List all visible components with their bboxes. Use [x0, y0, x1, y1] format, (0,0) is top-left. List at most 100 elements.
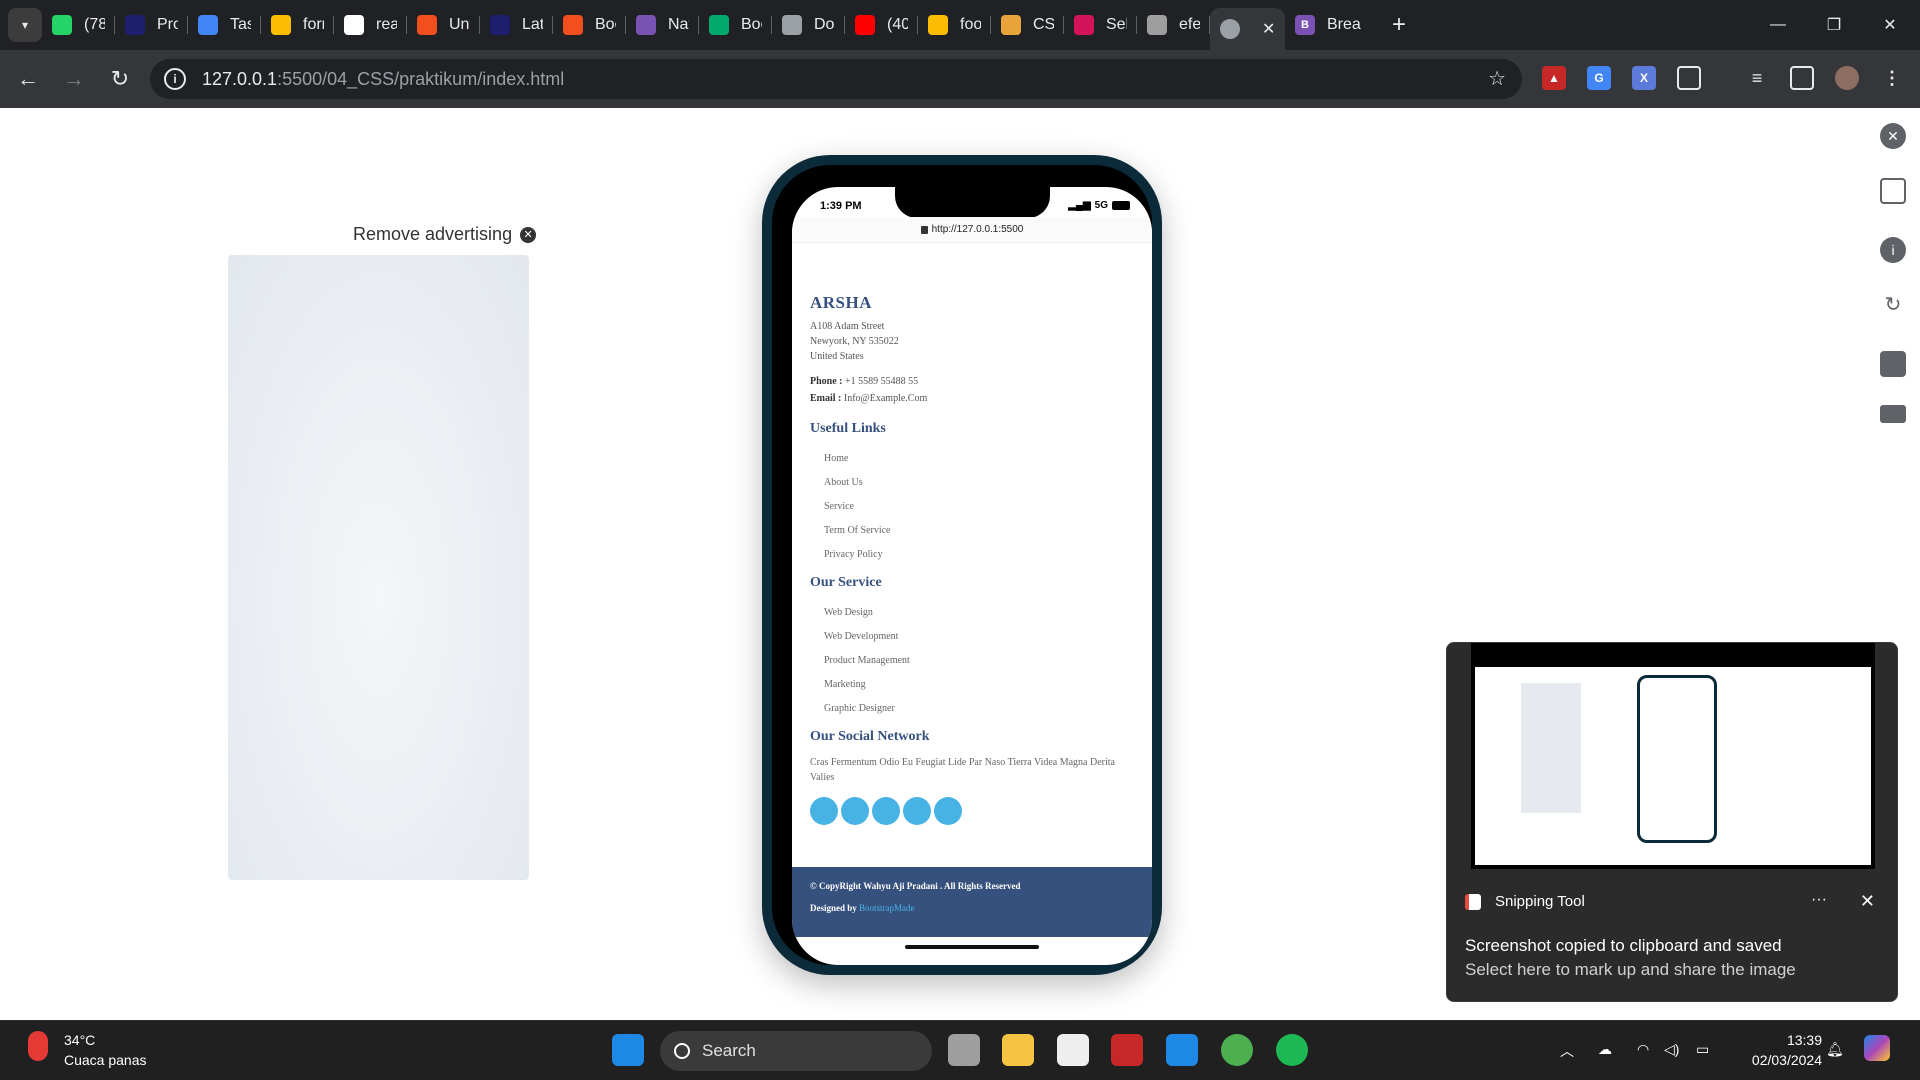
drive-icon [271, 15, 291, 35]
close-notification-icon[interactable]: ✕ [1860, 891, 1875, 912]
media-control-icon[interactable]: ≡ [1745, 66, 1769, 90]
email-label: Email : [810, 393, 842, 404]
service-link[interactable]: Graphic Designer [810, 697, 1134, 721]
tab[interactable]: Latih [480, 0, 553, 50]
tab-label: Unti [449, 16, 470, 33]
tab[interactable]: CSS [991, 0, 1064, 50]
tab[interactable]: Navs [626, 0, 699, 50]
weather-temp[interactable]: 34°C [64, 1032, 95, 1048]
site-icon [490, 15, 510, 35]
wifi-icon[interactable]: ◠ [1637, 1041, 1649, 1058]
file-explorer-icon[interactable] [1002, 1034, 1034, 1066]
side-panel-icon[interactable] [1790, 66, 1814, 90]
tab[interactable]: Profi [115, 0, 188, 50]
chrome-icon[interactable] [1221, 1034, 1253, 1066]
useful-link[interactable]: About Us [810, 471, 1134, 495]
mcafee-icon[interactable] [1111, 1034, 1143, 1066]
service-link[interactable]: Marketing [810, 673, 1134, 697]
site-footer-bar: © CopyRight Wahyu Aji Pradani . All Righ… [792, 867, 1152, 937]
windows-start-icon[interactable] [612, 1034, 644, 1066]
tab[interactable]: Boot [699, 0, 772, 50]
tab[interactable]: Task [188, 0, 261, 50]
profile-icon [1147, 15, 1167, 35]
social-icon[interactable] [903, 797, 931, 825]
weather-desc[interactable]: Cuaca panas [64, 1052, 147, 1068]
new-tab-button[interactable]: + [1385, 11, 1413, 39]
battery-icon[interactable]: ▭ [1696, 1041, 1709, 1058]
tab[interactable]: Boot [553, 0, 626, 50]
notification-title: Screenshot copied to clipboard and saved [1465, 936, 1782, 955]
phone-label: Phone : [810, 376, 843, 387]
rotate-icon[interactable]: ↻ [1880, 291, 1906, 317]
forward-icon[interactable]: → [54, 59, 94, 99]
camera-icon[interactable] [1880, 351, 1906, 377]
site-info-icon[interactable]: i [164, 68, 186, 90]
back-icon[interactable]: ← [8, 59, 48, 99]
brand-title: ARSHA [810, 293, 873, 312]
useful-links-title: Useful Links [810, 421, 886, 436]
video-icon[interactable] [1880, 405, 1906, 423]
tab[interactable]: form [261, 0, 334, 50]
social-icon[interactable] [872, 797, 900, 825]
chevron-up-icon[interactable]: ︿ [1560, 1041, 1574, 1061]
useful-link[interactable]: Privacy Policy [810, 543, 1134, 567]
tab[interactable]: Sele [1064, 0, 1137, 50]
restore-button[interactable]: ❐ [1806, 0, 1862, 50]
snipping-app-name: Snipping Tool [1465, 893, 1585, 910]
extension-icon[interactable]: ▲ [1542, 66, 1566, 90]
tab[interactable]: reac [334, 0, 407, 50]
notification-bell-icon[interactable]: 🔔︎ [1826, 1041, 1844, 1058]
device-select-icon[interactable] [1880, 178, 1906, 204]
task-view-icon[interactable] [948, 1034, 980, 1066]
active-tab-close-icon[interactable]: ✕ [1262, 19, 1275, 39]
tab[interactable]: Docu [772, 0, 845, 50]
social-icon[interactable] [810, 797, 838, 825]
phone-url: http://127.0.0.1:5500 [931, 224, 1024, 235]
close-emulator-icon[interactable]: ✕ [1880, 123, 1906, 149]
bootstrap-icon: B [1295, 15, 1315, 35]
menu-icon[interactable]: ⋮ [1880, 66, 1904, 90]
social-icon[interactable] [934, 797, 962, 825]
store-icon[interactable] [1057, 1034, 1089, 1066]
copilot-icon[interactable] [1864, 1035, 1890, 1061]
tab[interactable]: (78) [42, 0, 115, 50]
tab[interactable]: (40) [845, 0, 918, 50]
minimize-button[interactable]: — [1750, 0, 1806, 50]
close-circle-icon[interactable]: ✕ [520, 226, 537, 243]
avatar[interactable] [1835, 66, 1859, 90]
service-link[interactable]: Web Development [810, 625, 1134, 649]
close-window-button[interactable]: ✕ [1862, 0, 1918, 50]
onedrive-icon[interactable]: ☁ [1598, 1041, 1612, 1058]
tab-last[interactable]: B Brea [1285, 0, 1371, 50]
reload-icon[interactable]: ↻ [100, 59, 140, 99]
tab-active[interactable]: ✕ [1210, 8, 1285, 50]
screenshot-thumbnail[interactable] [1471, 643, 1875, 869]
service-link[interactable]: Web Design [810, 601, 1134, 625]
info-icon[interactable]: i [1880, 237, 1906, 263]
tab-search-button[interactable]: ▾ [8, 8, 42, 42]
volume-icon[interactable]: ◁) [1664, 1041, 1679, 1058]
bookmark-star-icon[interactable]: ☆ [1488, 66, 1506, 91]
translate-extension-icon[interactable]: G [1587, 66, 1611, 90]
spotify-icon[interactable] [1276, 1034, 1308, 1066]
vscode-icon[interactable] [1166, 1034, 1198, 1066]
signal-icon: ▂▄▆ [1068, 200, 1091, 211]
useful-link[interactable]: Term Of Service [810, 519, 1134, 543]
service-link[interactable]: Product Management [810, 649, 1134, 673]
more-options-icon[interactable]: ··· [1811, 891, 1827, 909]
thermometer-icon[interactable] [28, 1031, 48, 1061]
bootstrapmade-link[interactable]: BootstrapMade [859, 903, 915, 913]
social-icon[interactable] [841, 797, 869, 825]
useful-link[interactable]: Service [810, 495, 1134, 519]
remove-advertising-link[interactable]: Remove advertising ✕ [353, 224, 537, 245]
tab[interactable]: foot [918, 0, 991, 50]
address-bar[interactable]: i 127.0.0.1:5500/04_CSS/praktikum/index.… [150, 59, 1522, 99]
tab[interactable]: efek [1137, 0, 1210, 50]
excel-extension-icon[interactable]: X [1632, 66, 1656, 90]
clock[interactable]: 13:39 02/03/2024 [1752, 1030, 1822, 1070]
tab[interactable]: Unti [407, 0, 480, 50]
extensions-puzzle-icon[interactable] [1677, 66, 1701, 90]
useful-link[interactable]: Home [810, 447, 1134, 471]
taskbar-search[interactable]: Search [660, 1031, 932, 1071]
snipping-notification[interactable]: Snipping Tool ··· ✕ Screenshot copied to… [1446, 642, 1898, 1002]
